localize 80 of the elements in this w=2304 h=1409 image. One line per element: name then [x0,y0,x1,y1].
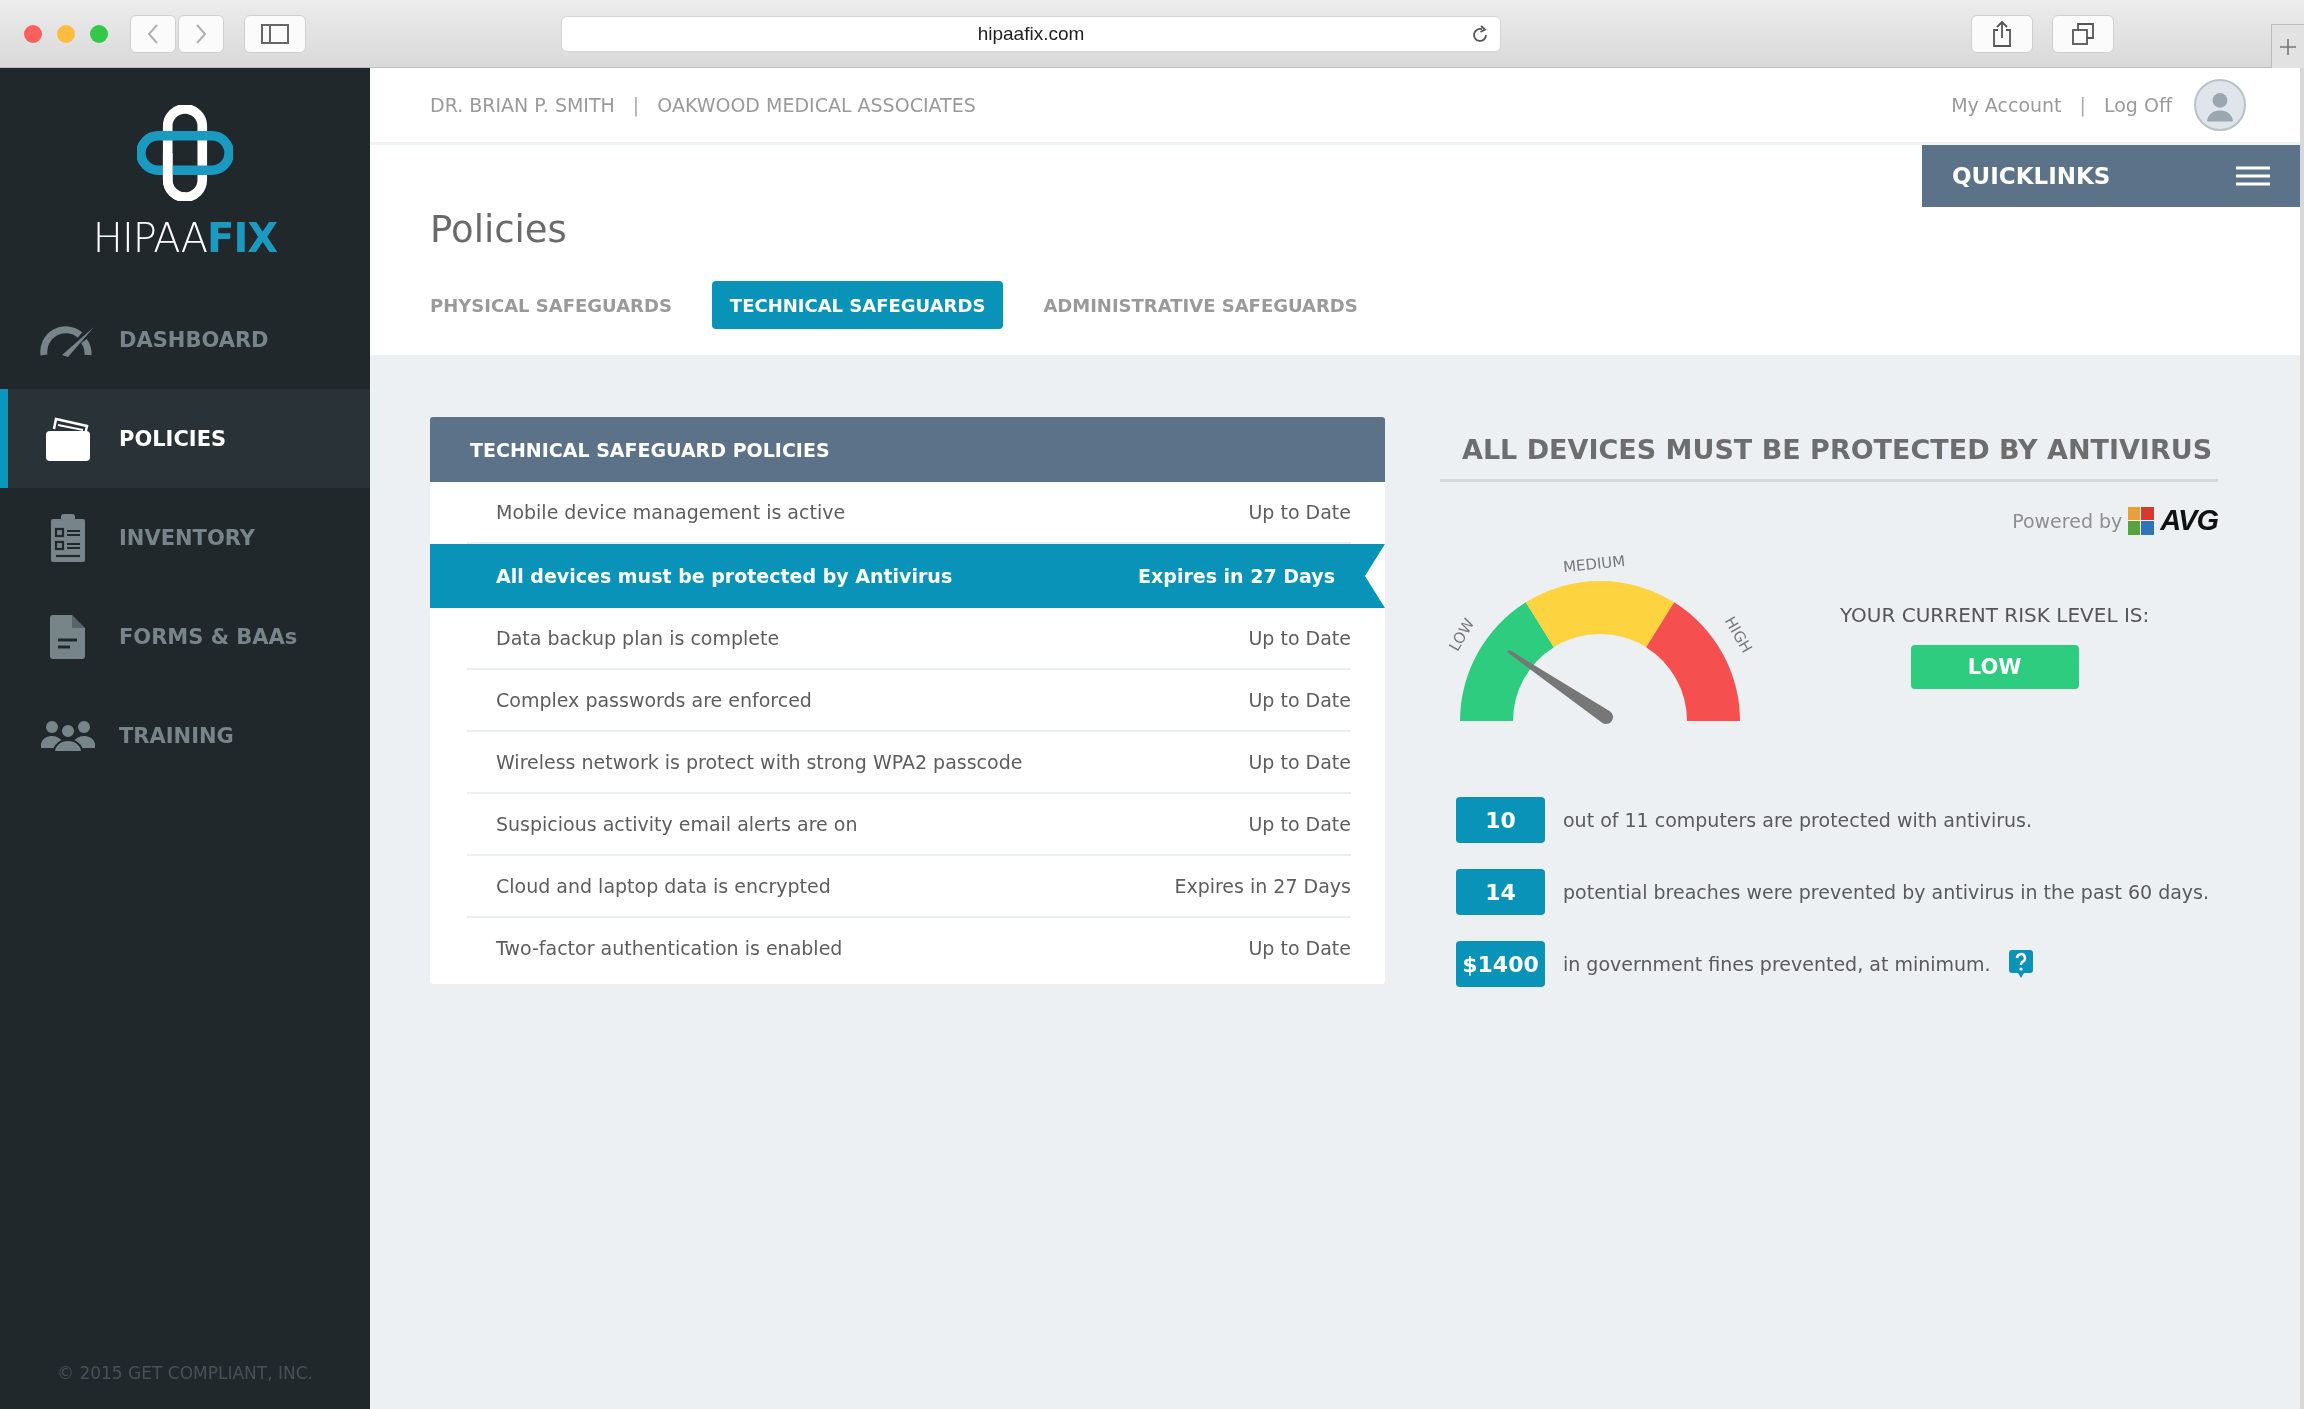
policy-status: Up to Date [1248,689,1351,711]
policy-name: Mobile device management is active [496,501,846,523]
policy-row[interactable]: Suspicious activity email alerts are on Up to Date [467,794,1351,856]
forward-chevron-icon [194,22,208,45]
stat-text: potential breaches were prevented by antivirus in the past 60 days. [1563,881,2210,904]
nav-item[interactable]: FORMS & BAAs [0,587,370,686]
quicklinks-button[interactable]: QUICKLINKS [1922,145,2300,207]
tabs-overview-button[interactable] [2052,14,2114,53]
nav-item[interactable]: DASHBOARD [0,290,370,389]
policy-name: Wireless network is protect with strong WPA2 passcode [496,751,1023,773]
policy-name: Data backup plan is complete [496,627,780,649]
policy-name: Two-factor authentication is enabled [496,937,843,959]
policy-status: Up to Date [1248,751,1351,773]
policy-row[interactable]: Complex passwords are enforced Up to Date [467,670,1351,732]
policy-status: Up to Date [1248,627,1351,649]
overlapping-squares-icon [2072,22,2094,45]
policy-status: Up to Date [1248,937,1351,959]
stat-text: out of 11 computers are protected with antivirus. [1563,809,2033,832]
risk-level-badge: LOW [1910,645,2079,690]
safeguard-tab[interactable]: TECHNICAL SAFEGUARDS [711,281,1004,330]
nav-item[interactable]: POLICIES [0,389,370,488]
help-icon[interactable] [2008,950,2033,979]
gauge-label: MEDIUM [1562,552,1627,577]
policy-status: Up to Date [1248,501,1351,523]
stat-value: 10 [1456,797,1545,844]
policy-row[interactable]: Data backup plan is complete Up to Date [467,608,1351,670]
stat-value: $1400 [1456,941,1545,988]
table-header: TECHNICAL SAFEGUARD POLICIES [430,417,1385,482]
people-icon [41,719,95,752]
policy-row[interactable]: Wireless network is protect with strong WPA2 passcode Up to Date [467,732,1351,794]
minimize-window-icon[interactable] [57,24,75,43]
practice-name: OAKWOOD MEDICAL ASSOCIATES [657,94,976,116]
policy-row[interactable]: All devices must be protected by Antivirus Expires in 27 Days [430,544,1385,608]
address-bar[interactable]: hipaafix.com [561,15,1501,52]
zoom-window-icon[interactable] [90,24,108,43]
policy-name: Complex passwords are enforced [496,689,812,711]
share-icon [1992,20,2012,47]
policy-name: Cloud and laptop data is encrypted [496,875,831,897]
brand-name: AVG [2160,504,2218,538]
policy-name: All devices must be protected by Antivirus [496,565,953,587]
url-text: hipaafix.com [977,22,1085,45]
brand-logo-icon [2128,506,2155,535]
powered-by-text: Powered by [2012,509,2123,532]
avatar-icon[interactable] [2194,79,2246,131]
reload-icon[interactable] [1470,24,1490,45]
policy-row[interactable]: Cloud and laptop data is encrypted Expires in 27 Days [467,856,1351,918]
document-icon [50,614,86,659]
clipboard-icon [50,513,86,562]
log-off-link[interactable]: Log Off [2103,94,2172,116]
back-button[interactable] [130,14,176,53]
folder-icon [45,416,91,461]
policy-row[interactable]: Two-factor authentication is enabled Up to Date [467,918,1351,978]
separator-text: | [2079,94,2086,116]
nav-item[interactable]: TRAINING [0,686,370,785]
brand-wordmark: HIPAAFIX [92,215,278,261]
policy-name: Suspicious activity email alerts are on [496,813,858,835]
share-button[interactable] [1971,14,2033,53]
risk-label: YOUR CURRENT RISK LEVEL IS: [1840,603,2150,628]
plus-icon [2278,37,2298,57]
policy-status: Expires in 27 Days [1138,565,1335,587]
my-account-link[interactable]: My Account [1951,94,2062,116]
separator-text: | [632,94,640,116]
doctor-name: DR. BRIAN P. SMITH [430,94,615,116]
safeguard-tab[interactable]: PHYSICAL SAFEGUARDS [430,281,690,330]
sidebar-icon [261,23,289,44]
safeguard-tab[interactable]: ADMINISTRATIVE SAFEGUARDS [1025,281,1376,330]
nav-item[interactable]: INVENTORY [0,488,370,587]
policy-status: Up to Date [1248,813,1351,835]
new-tab-button[interactable] [2271,24,2304,69]
policy-status: Expires in 27 Days [1174,875,1351,897]
menu-icon [2236,166,2270,186]
stat-text: in government fines prevented, at minimum. [1563,953,1991,976]
back-chevron-icon [146,22,160,45]
page-title: Policies [430,208,567,253]
stat-value: 14 [1456,869,1545,916]
logo-icon [137,105,233,201]
close-window-icon[interactable] [24,24,42,43]
panel-title: ALL DEVICES MUST BE PROTECTED BY ANTIVIRUS [1440,432,2218,483]
forward-button[interactable] [178,14,224,53]
sidebar-toggle-button[interactable] [244,14,306,53]
